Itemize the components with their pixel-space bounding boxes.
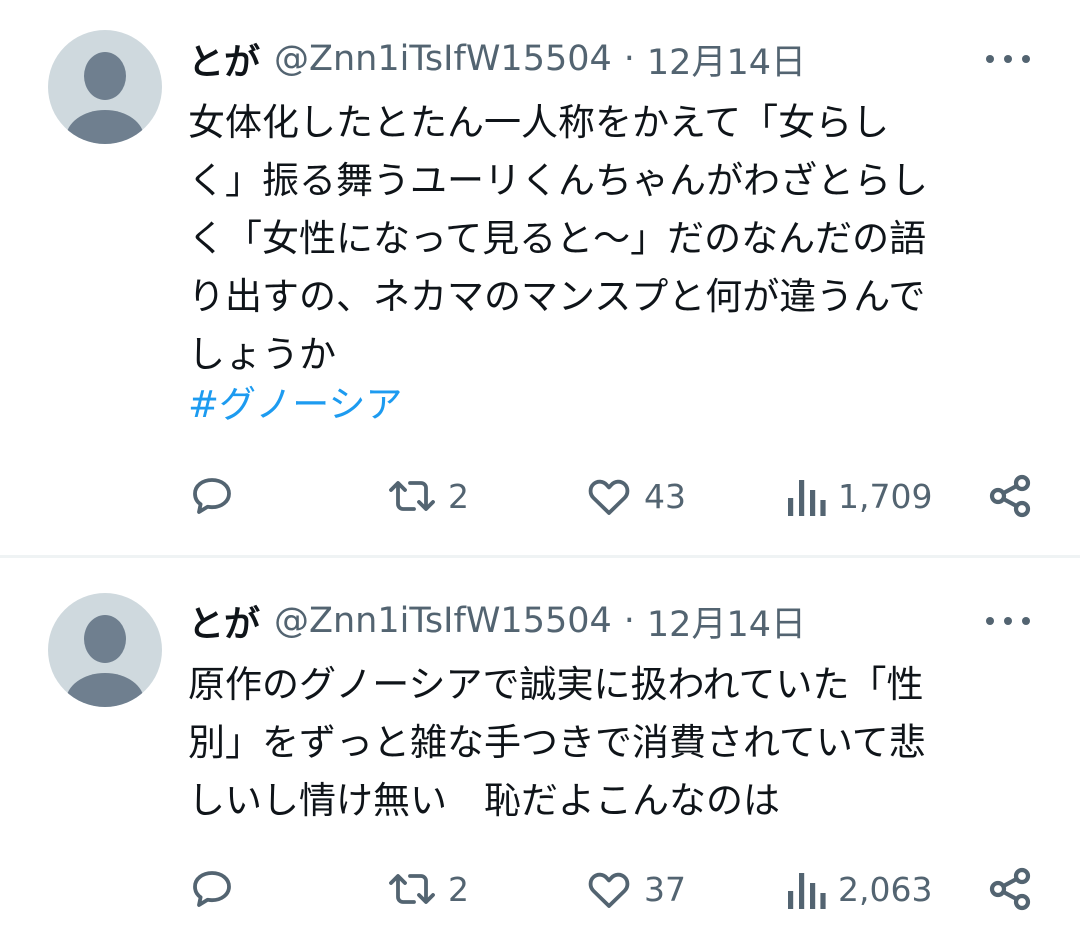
reply-button[interactable] — [188, 865, 246, 913]
like-count: 37 — [644, 869, 686, 909]
default-avatar-icon[interactable] — [48, 30, 162, 144]
reply-icon — [193, 871, 231, 907]
share-icon — [989, 474, 1031, 518]
tweet-actions: 2 43 1,709 — [188, 472, 1034, 520]
tweet-date[interactable]: 12月14日 — [647, 34, 806, 85]
like-count: 43 — [644, 476, 686, 516]
tweet[interactable]: とが @Znn1iTsIfW15504 · 12月14日 原作のグノーシアで誠実… — [0, 558, 1080, 948]
heart-icon — [588, 872, 630, 908]
tweet[interactable]: とが @Znn1iTsIfW15504 · 12月14日 女体化したとたん一人称… — [0, 0, 1080, 556]
views-icon — [788, 480, 826, 516]
views-count: 2,063 — [838, 869, 933, 909]
views-button[interactable]: 2,063 — [784, 865, 932, 913]
tweet-text: 原作のグノーシアで誠実に扱われていた「性 別」をずっと雑な手つきで消費されていて… — [188, 663, 926, 822]
reply-button[interactable] — [188, 472, 246, 520]
tweet-header: とが @Znn1iTsIfW15504 · 12月14日 — [188, 595, 806, 647]
tweet-text: 女体化したとたん一人称をかえて「女らし く」振る舞うユーリくんちゃんがわざとらし… — [188, 101, 928, 376]
tweet-date[interactable]: 12月14日 — [647, 596, 806, 647]
share-icon — [989, 867, 1031, 911]
like-button[interactable]: 37 — [584, 865, 686, 913]
separator-dot: · — [623, 39, 635, 79]
author-name[interactable]: とが — [188, 595, 260, 647]
default-avatar-icon[interactable] — [48, 593, 162, 707]
retweet-icon — [389, 874, 435, 904]
more-options-icon[interactable] — [986, 49, 1030, 69]
author-name[interactable]: とが — [188, 33, 260, 85]
retweet-count: 2 — [448, 476, 469, 516]
retweet-button[interactable]: 2 — [386, 865, 469, 913]
author-handle[interactable]: @Znn1iTsIfW15504 — [274, 601, 612, 641]
hashtag-link[interactable]: #グノーシア — [188, 376, 403, 434]
heart-icon — [588, 479, 630, 515]
author-handle[interactable]: @Znn1iTsIfW15504 — [274, 39, 612, 79]
retweet-button[interactable]: 2 — [386, 472, 469, 520]
like-button[interactable]: 43 — [584, 472, 686, 520]
retweet-count: 2 — [448, 869, 469, 909]
share-button[interactable] — [986, 865, 1034, 913]
separator-dot: · — [623, 601, 635, 641]
views-button[interactable]: 1,709 — [784, 472, 932, 520]
tweet-header: とが @Znn1iTsIfW15504 · 12月14日 — [188, 33, 806, 85]
reply-icon — [193, 478, 231, 514]
tweet-actions: 2 37 2,063 — [188, 865, 1034, 913]
views-icon — [788, 873, 826, 909]
views-count: 1,709 — [838, 476, 933, 516]
share-button[interactable] — [986, 472, 1034, 520]
more-options-icon[interactable] — [986, 611, 1030, 631]
retweet-icon — [389, 481, 435, 511]
